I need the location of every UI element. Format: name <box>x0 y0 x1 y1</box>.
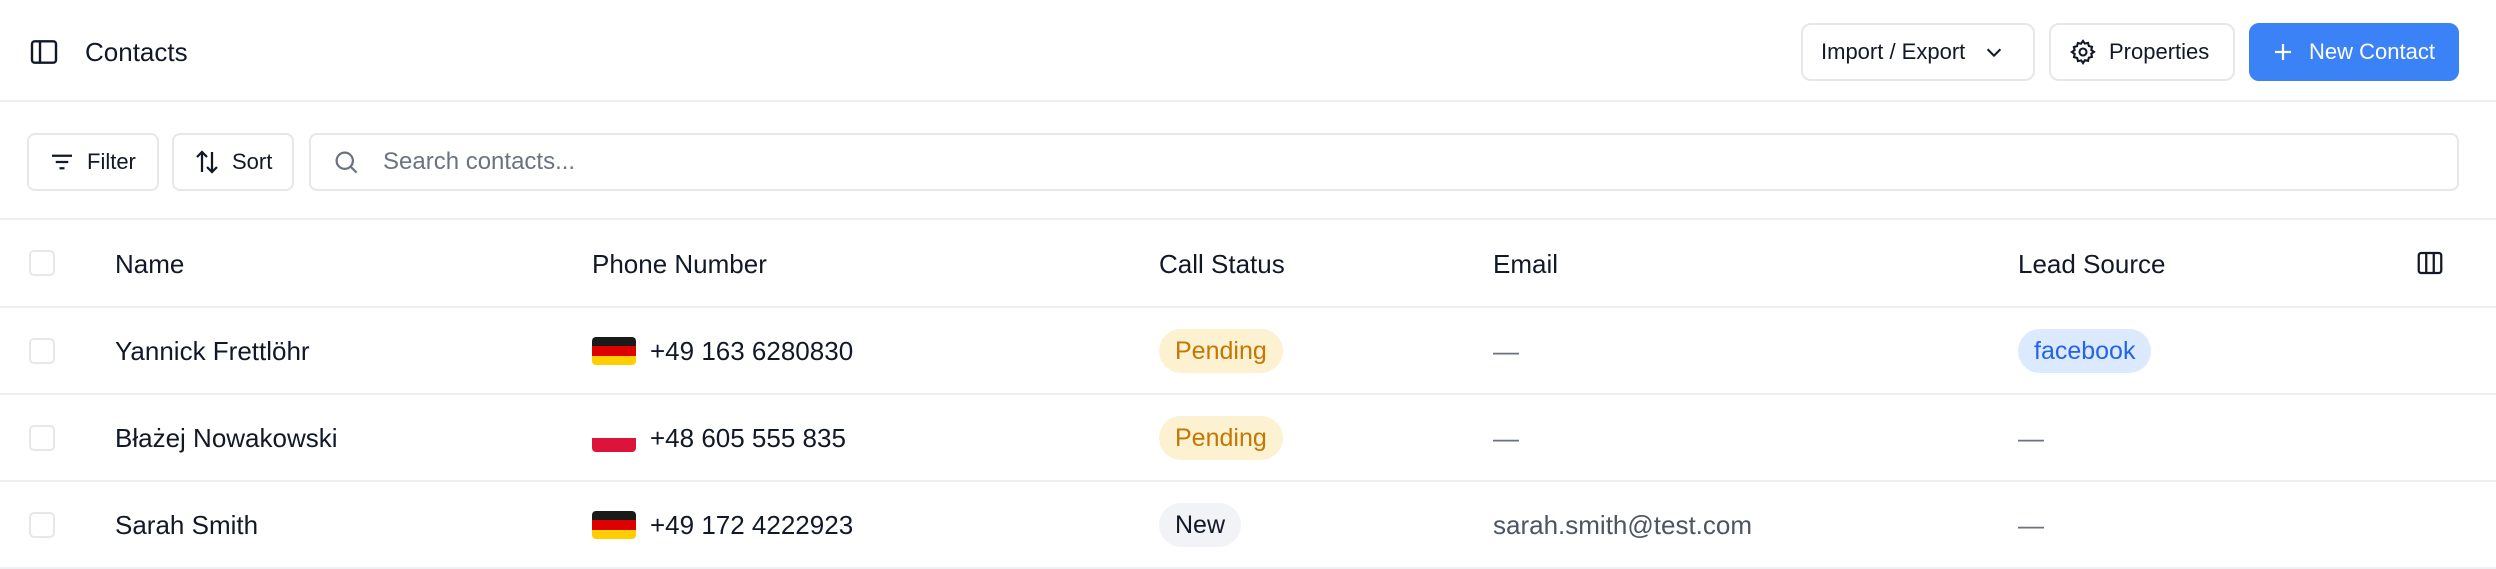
page-title: Contacts <box>85 37 188 67</box>
import-export-label: Import / Export <box>1821 39 1966 64</box>
phone-number: +49 172 4222923 <box>650 510 854 540</box>
search-input[interactable] <box>381 147 2457 177</box>
filter-label: Filter <box>87 149 136 174</box>
contact-phone: +48 605 555 835 <box>592 422 846 454</box>
toolbar: Filter Sort <box>0 102 2496 220</box>
gear-icon <box>2070 39 2096 65</box>
contact-phone: +49 163 6280830 <box>592 335 853 367</box>
table-row[interactable]: Błażej Nowakowski +48 605 555 835 Pendin… <box>0 395 2496 482</box>
column-header-phone[interactable]: Phone Number <box>592 248 767 280</box>
row-checkbox[interactable] <box>29 338 55 364</box>
lead-source: — <box>2018 510 2044 540</box>
phone-number: +49 163 6280830 <box>650 336 854 366</box>
lead-source: — <box>2018 423 2044 453</box>
row-checkbox[interactable] <box>29 425 55 451</box>
table-header: Name Phone Number Call Status Email Lead… <box>0 220 2496 308</box>
contact-phone: +49 172 4222923 <box>592 509 853 541</box>
contact-email[interactable]: sarah.smith@test.com <box>1493 509 1752 541</box>
sort-label: Sort <box>232 149 273 174</box>
poland-flag-icon <box>592 424 636 452</box>
plus-icon <box>2275 44 2291 60</box>
contact-name[interactable]: Sarah Smith <box>115 509 258 541</box>
contact-email: — <box>1493 336 1519 366</box>
sort-button[interactable]: Sort <box>172 133 294 191</box>
row-checkbox[interactable] <box>29 512 55 538</box>
table-row[interactable]: Sarah Smith +49 172 4222923 New sarah.sm… <box>0 482 2496 569</box>
germany-flag-icon <box>592 337 636 365</box>
column-header-email[interactable]: Email <box>1493 248 1558 280</box>
new-contact-label: New Contact <box>2309 39 2435 64</box>
import-export-button[interactable]: Import / Export <box>1801 23 2035 81</box>
filter-button[interactable]: Filter <box>27 133 159 191</box>
search-icon <box>335 151 358 174</box>
sort-icon <box>196 150 218 174</box>
column-header-lead-source[interactable]: Lead Source <box>2018 248 2165 280</box>
new-contact-button[interactable]: New Contact <box>2249 23 2459 81</box>
column-header-call-status[interactable]: Call Status <box>1159 248 1285 280</box>
phone-number: +48 605 555 835 <box>650 423 846 453</box>
column-header-name[interactable]: Name <box>115 248 184 280</box>
sidebar-toggle-icon[interactable] <box>28 36 60 68</box>
table-row[interactable]: Yannick Frettlöhr +49 163 6280830 Pendin… <box>0 308 2496 395</box>
status-badge: Pending <box>1159 329 1283 373</box>
top-bar: Contacts Import / Export Properties New … <box>0 0 2496 102</box>
select-all-checkbox[interactable] <box>29 250 55 276</box>
columns-icon[interactable] <box>2415 248 2445 278</box>
contact-name[interactable]: Błażej Nowakowski <box>115 422 338 454</box>
status-badge: New <box>1159 503 1242 547</box>
properties-label: Properties <box>2109 39 2210 64</box>
search-box[interactable] <box>309 133 2459 191</box>
germany-flag-icon <box>592 511 636 539</box>
filter-icon <box>52 154 72 170</box>
contact-name[interactable]: Yannick Frettlöhr <box>115 335 310 367</box>
status-badge: Pending <box>1159 416 1283 460</box>
lead-source-badge: facebook <box>2018 329 2152 373</box>
chevron-down-icon <box>1987 48 2002 58</box>
contact-email: — <box>1493 423 1519 453</box>
properties-button[interactable]: Properties <box>2049 23 2235 81</box>
